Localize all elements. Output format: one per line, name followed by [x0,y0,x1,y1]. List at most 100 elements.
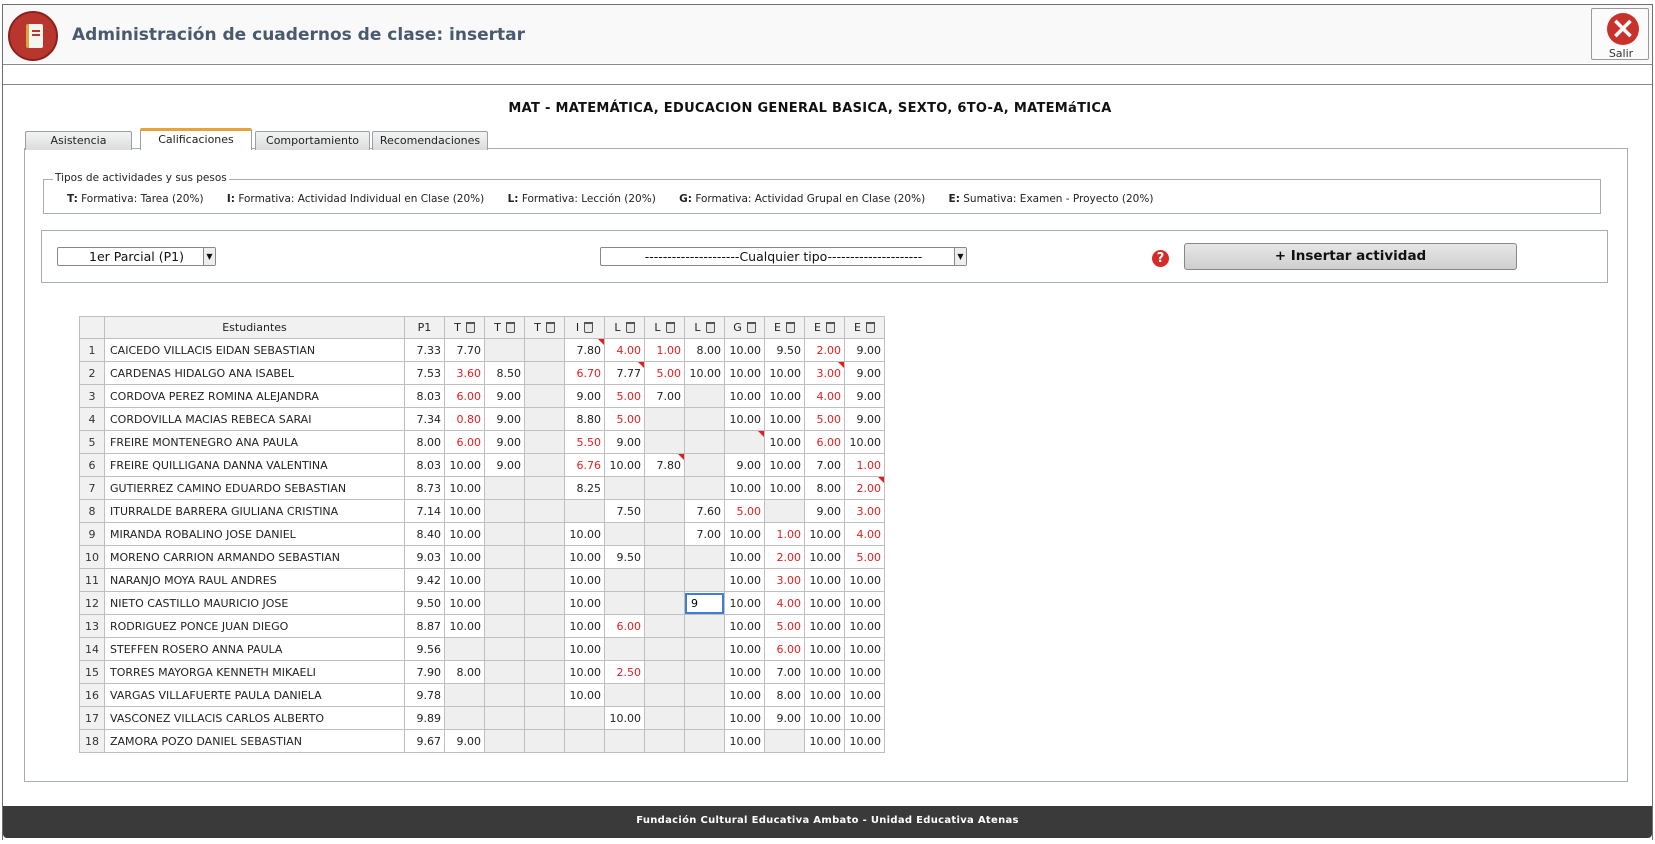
grade-cell[interactable] [604,476,645,500]
grade-cell[interactable]: 9.50 [764,338,805,362]
trash-icon[interactable] [865,322,875,333]
grade-cell[interactable] [444,683,485,707]
grade-cell[interactable]: 9.00 [484,407,525,431]
tab-comportamiento[interactable]: Comportamiento [255,131,370,150]
grade-cell[interactable]: 10.00 [564,545,605,569]
grade-cell[interactable] [444,706,485,730]
grade-cell[interactable]: 10.00 [604,453,645,477]
grade-cell[interactable] [684,729,725,753]
grade-cell[interactable]: 10.00 [724,338,765,362]
grade-cell[interactable] [764,729,805,753]
grade-cell[interactable] [484,729,525,753]
grade-cell[interactable] [684,407,725,431]
grade-cell[interactable] [684,476,725,500]
question-icon[interactable]: ? [1152,250,1169,267]
grade-cell[interactable]: 9.00 [484,453,525,477]
grade-cell[interactable]: 10.00 [724,361,765,385]
grade-cell[interactable] [444,637,485,661]
grade-cell[interactable]: 1.00 [844,453,885,477]
grade-cell[interactable] [644,637,685,661]
grade-cell[interactable]: 2.00 [764,545,805,569]
grade-cell[interactable] [644,614,685,638]
grade-cell[interactable]: 10.00 [844,729,885,753]
grade-cell[interactable]: 10.00 [804,614,845,638]
grade-cell[interactable]: 10.00 [764,453,805,477]
grade-cell[interactable]: 9.00 [844,407,885,431]
grade-cell[interactable]: 0.80 [444,407,485,431]
grade-cell[interactable] [524,384,565,408]
grade-cell[interactable]: 7.00 [684,522,725,546]
grade-cell[interactable] [684,683,725,707]
type-select[interactable]: ---------------------Cualquier tipo-----… [600,247,967,266]
grade-cell[interactable]: 10.00 [844,683,885,707]
grade-cell[interactable]: 7.00 [764,660,805,684]
grade-cell[interactable] [644,430,685,454]
grade-cell[interactable] [484,706,525,730]
grade-cell[interactable]: 10.00 [564,637,605,661]
grade-cell[interactable]: 3.00 [804,361,845,385]
grade-cell[interactable] [484,568,525,592]
grade-cell[interactable] [724,430,765,454]
grade-cell[interactable]: 10.00 [724,591,765,615]
grade-cell[interactable]: 9.00 [804,499,845,523]
trash-icon[interactable] [625,322,635,333]
grade-cell[interactable]: 10.00 [844,660,885,684]
grade-cell[interactable]: 9.00 [724,453,765,477]
grade-cell[interactable] [604,568,645,592]
grade-cell[interactable] [484,522,525,546]
grade-cell[interactable]: 9.00 [844,361,885,385]
grade-cell[interactable]: 10.00 [724,545,765,569]
grade-cell[interactable]: 3.00 [764,568,805,592]
grade-cell[interactable] [684,545,725,569]
grade-cell[interactable]: 10.00 [444,499,485,523]
grade-cell[interactable] [524,338,565,362]
trash-icon[interactable] [825,322,835,333]
grade-cell[interactable] [524,407,565,431]
grade-cell[interactable]: 10.00 [804,660,845,684]
grade-input-cell[interactable] [684,591,725,615]
grade-cell[interactable] [684,430,725,454]
grade-cell[interactable] [524,361,565,385]
grade-cell[interactable]: 8.00 [764,683,805,707]
grade-cell[interactable] [604,637,645,661]
grade-cell[interactable] [484,476,525,500]
grade-cell[interactable] [524,430,565,454]
grade-cell[interactable]: 8.00 [684,338,725,362]
partial-select[interactable]: 1er Parcial (P1) ▼ [57,247,216,266]
grade-cell[interactable]: 10.00 [844,706,885,730]
grade-cell[interactable]: 10.00 [444,476,485,500]
grade-cell[interactable]: 10.00 [724,568,765,592]
grade-cell[interactable] [684,453,725,477]
grade-cell[interactable] [644,729,685,753]
grade-cell[interactable]: 10.00 [444,453,485,477]
grade-cell[interactable]: 5.00 [804,407,845,431]
grade-cell[interactable]: 2.00 [844,476,885,500]
grade-cell[interactable]: 10.00 [764,361,805,385]
grade-cell[interactable]: 6.00 [444,384,485,408]
grade-cell[interactable] [524,522,565,546]
tab-recomendaciones[interactable]: Recomendaciones [372,131,488,150]
trash-icon[interactable] [584,322,594,333]
grade-cell[interactable]: 9.00 [564,384,605,408]
grade-cell[interactable] [484,614,525,638]
grade-cell[interactable] [684,614,725,638]
grade-cell[interactable]: 10.00 [724,476,765,500]
trash-icon[interactable] [505,322,515,333]
grade-cell[interactable]: 10.00 [804,522,845,546]
grade-cell[interactable]: 9.00 [604,430,645,454]
grade-cell[interactable] [764,499,805,523]
grade-cell[interactable]: 10.00 [564,591,605,615]
grade-cell[interactable] [524,545,565,569]
grade-cell[interactable]: 10.00 [804,591,845,615]
grade-cell[interactable]: 9.00 [844,338,885,362]
grade-cell[interactable]: 1.00 [764,522,805,546]
grade-cell[interactable]: 4.00 [764,591,805,615]
grade-cell[interactable]: 10.00 [724,683,765,707]
grade-cell[interactable]: 10.00 [804,545,845,569]
grade-cell[interactable]: 9.00 [484,430,525,454]
grade-cell[interactable]: 10.00 [444,614,485,638]
grade-cell[interactable]: 8.00 [444,660,485,684]
grade-cell[interactable]: 10.00 [564,660,605,684]
grade-cell[interactable]: 5.50 [564,430,605,454]
grade-cell[interactable] [564,706,605,730]
